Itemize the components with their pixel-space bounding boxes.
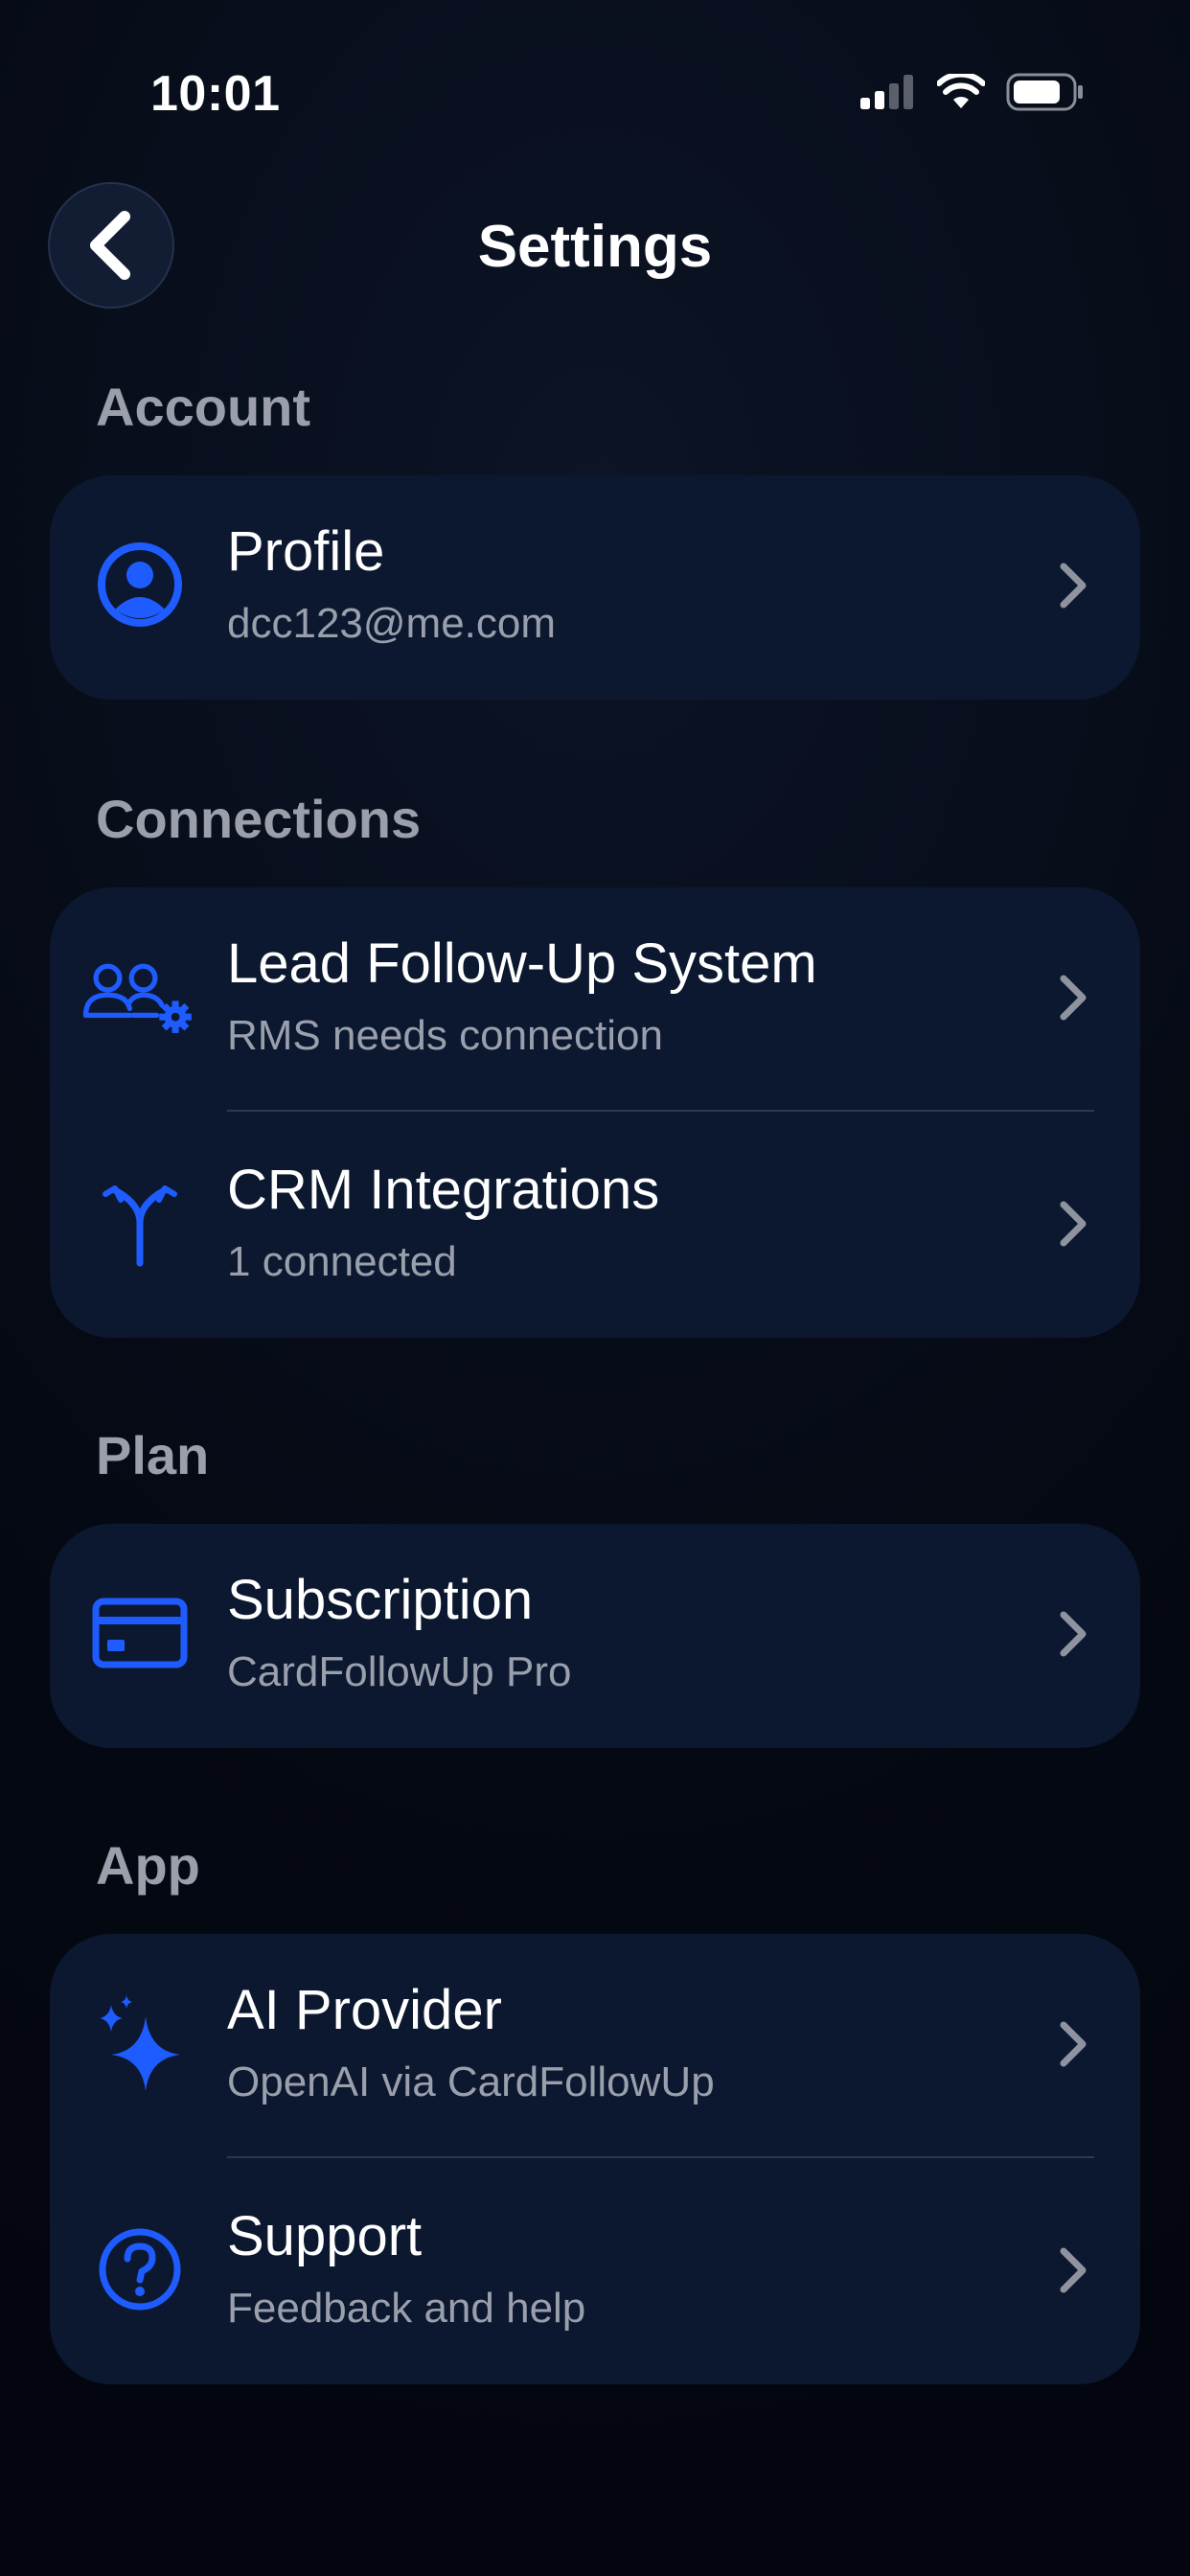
row-title: Support <box>227 2205 423 2267</box>
settings-row-ai-provider[interactable]: AI Provider OpenAI via CardFollowUp <box>50 1934 1140 2158</box>
person-circle-icon <box>82 527 197 642</box>
question-circle-icon <box>82 2212 197 2327</box>
page-title: Settings <box>477 214 713 280</box>
row-subtitle: 1 connected <box>227 1238 457 1285</box>
chevron-right-icon <box>1060 563 1087 609</box>
status-bar: 10:01 <box>0 0 1190 192</box>
settings-row-profile[interactable]: Profile dcc123@me.com <box>50 475 1140 700</box>
chevron-right-icon <box>1060 2247 1087 2293</box>
row-divider <box>227 2156 1094 2158</box>
settings-row-subscription[interactable]: Subscription CardFollowUp Pro <box>50 1524 1140 1748</box>
section-header-connections: Connections <box>96 789 422 849</box>
status-icons <box>860 73 1085 111</box>
row-subtitle: OpenAI via CardFollowUp <box>227 2058 715 2105</box>
users-gear-icon <box>82 939 197 1054</box>
row-title: Profile <box>227 520 385 583</box>
chevron-right-icon <box>1060 975 1087 1021</box>
row-divider <box>227 1110 1094 1112</box>
row-title: CRM Integrations <box>227 1159 660 1221</box>
section-header-account: Account <box>96 377 310 437</box>
row-subtitle: Feedback and help <box>227 2285 586 2332</box>
chevron-right-icon <box>1060 1201 1087 1247</box>
settings-row-lead-follow-up[interactable]: Lead Follow-Up System RMS needs connecti… <box>50 887 1140 1112</box>
settings-row-support[interactable]: Support Feedback and help <box>50 2160 1140 2384</box>
chevron-right-icon <box>1060 2021 1087 2067</box>
settings-row-crm-integrations[interactable]: CRM Integrations 1 connected <box>50 1114 1140 1338</box>
row-title: Lead Follow-Up System <box>227 932 817 995</box>
cellular-signal-icon <box>860 75 913 109</box>
status-time: 10:01 <box>150 66 281 122</box>
app-card: AI Provider OpenAI via CardFollowUp Supp… <box>50 1934 1140 2384</box>
wifi-icon <box>937 74 985 108</box>
plan-card: Subscription CardFollowUp Pro <box>50 1524 1140 1748</box>
branch-icon <box>82 1165 197 1280</box>
account-card: Profile dcc123@me.com <box>50 475 1140 700</box>
row-subtitle: RMS needs connection <box>227 1012 663 1059</box>
battery-icon <box>1006 73 1083 111</box>
credit-card-icon <box>82 1576 197 1690</box>
section-header-app: App <box>96 1835 200 1896</box>
row-title: Subscription <box>227 1569 534 1631</box>
chevron-right-icon <box>1060 1611 1087 1657</box>
row-subtitle: CardFollowUp Pro <box>227 1648 572 1695</box>
row-subtitle: dcc123@me.com <box>227 600 557 647</box>
connections-card: Lead Follow-Up System RMS needs connecti… <box>50 887 1140 1338</box>
section-header-plan: Plan <box>96 1425 210 1485</box>
row-title: AI Provider <box>227 1979 502 2041</box>
sparkles-icon <box>82 1986 197 2101</box>
